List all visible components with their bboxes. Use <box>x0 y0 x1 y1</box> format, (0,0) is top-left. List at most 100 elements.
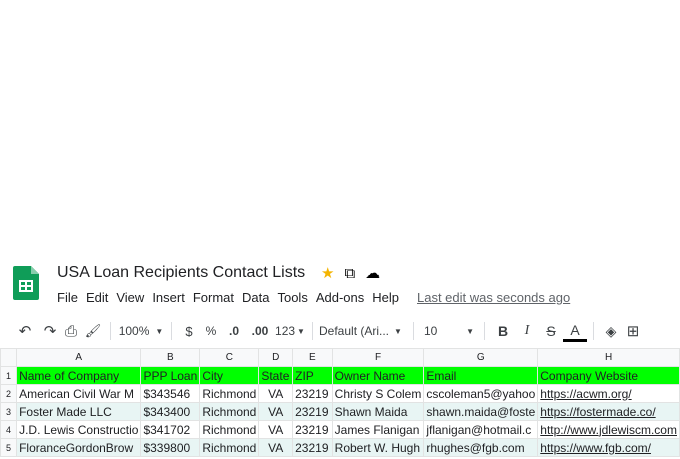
cell[interactable]: Richmond <box>199 420 260 439</box>
cell[interactable]: cscoleman5@yahoo <box>423 384 539 403</box>
cell[interactable]: J.D. Lewis Constructio <box>16 420 142 439</box>
cell[interactable]: VA <box>258 384 294 403</box>
cell[interactable]: $341702 <box>140 420 201 439</box>
last-edit-link[interactable]: Last edit was seconds ago <box>417 290 570 305</box>
menu-format[interactable]: Format <box>193 290 239 305</box>
print-icon[interactable]: ⎙ <box>60 320 82 342</box>
column-header[interactable]: D <box>258 348 294 367</box>
toolbar: ↶ ↷ ⎙ 🖌 100% ▼ $ % .0 .00 123 ▼ Default (A… <box>0 316 680 346</box>
zoom-select[interactable]: 100% ▼ <box>117 320 165 342</box>
cell[interactable]: VA <box>258 402 294 421</box>
cell[interactable]: $343400 <box>140 402 201 421</box>
column-header[interactable]: F <box>331 348 425 367</box>
cell[interactable]: FloranceGordonBrow <box>16 438 142 457</box>
column-header[interactable]: A <box>16 348 142 367</box>
column-header[interactable]: H <box>537 348 680 367</box>
website-link[interactable]: https://www.fgb.com/ <box>537 438 680 457</box>
strikethrough-button[interactable]: S <box>539 320 563 342</box>
column-header[interactable]: B <box>140 348 201 367</box>
cell[interactable]: Robert W. Hugh <box>331 438 425 457</box>
menu-bar: File Edit View Insert Format Data Tools … <box>57 290 570 305</box>
menu-insert[interactable]: Insert <box>152 290 190 305</box>
column-header[interactable]: G <box>423 348 539 367</box>
redo-icon[interactable]: ↷ <box>40 320 60 342</box>
bold-button[interactable]: B <box>491 320 515 342</box>
menu-help[interactable]: Help <box>372 290 404 305</box>
move-to-folder-icon[interactable]: ⧉ <box>344 265 355 283</box>
borders-icon[interactable]: ⊞ <box>622 320 644 342</box>
sheets-logo-icon[interactable] <box>13 266 39 300</box>
menu-edit[interactable]: Edit <box>86 290 113 305</box>
spreadsheet-grid: A B C D E F G H 1 Name of Company PPP Lo… <box>0 348 680 459</box>
chevron-down-icon: ▼ <box>155 326 164 336</box>
cell[interactable]: Foster Made LLC <box>16 402 142 421</box>
number-format-select[interactable]: 123 ▼ <box>274 320 306 342</box>
menu-view[interactable]: View <box>116 290 149 305</box>
increase-decimal-button[interactable]: .00 <box>246 320 274 342</box>
italic-button[interactable]: I <box>515 320 539 342</box>
row-header[interactable]: 1 <box>0 366 18 385</box>
zoom-value: 100% <box>118 324 150 338</box>
percent-format-button[interactable]: % <box>200 320 222 342</box>
cell[interactable]: shawn.maida@foste <box>423 402 539 421</box>
cell[interactable]: Email <box>423 366 539 385</box>
text-color-button[interactable]: A <box>563 321 587 342</box>
row-header[interactable]: 2 <box>0 384 18 403</box>
website-link[interactable]: https://fostermade.co/ <box>537 402 680 421</box>
paint-format-icon[interactable]: 🖌 <box>82 320 104 342</box>
cell[interactable]: rhughes@fgb.com <box>423 438 539 457</box>
cell[interactable]: Richmond <box>199 384 260 403</box>
currency-format-button[interactable]: $ <box>178 320 200 342</box>
cloud-status-icon[interactable]: ☁ <box>365 265 380 283</box>
row-header[interactable]: 5 <box>0 438 18 457</box>
cell[interactable]: PPP Loan <box>140 366 201 385</box>
column-header[interactable]: E <box>292 348 333 367</box>
font-family-value: Default (Ari... <box>319 324 390 338</box>
cell[interactable]: $343546 <box>140 384 201 403</box>
website-link[interactable]: http://www.jdlewiscm.com <box>537 420 680 439</box>
toolbar-divider <box>484 322 485 340</box>
cell[interactable]: Richmond <box>199 402 260 421</box>
title-icons: ★ ⧉ ☁ <box>321 265 380 283</box>
star-icon[interactable]: ★ <box>321 265 334 283</box>
cell[interactable]: American Civil War M <box>16 384 142 403</box>
cell[interactable]: 23219 <box>292 402 333 421</box>
cell[interactable]: ZIP <box>292 366 333 385</box>
font-family-select[interactable]: Default (Ari... ▼ <box>319 320 407 342</box>
cell[interactable]: 23219 <box>292 438 333 457</box>
menu-add-ons[interactable]: Add-ons <box>316 290 369 305</box>
font-size-select[interactable]: 10 ▼ <box>420 320 478 342</box>
column-header[interactable]: C <box>199 348 260 367</box>
row-header[interactable]: 4 <box>0 420 18 439</box>
cell[interactable]: James Flanigan <box>331 420 425 439</box>
cell[interactable]: Richmond <box>199 438 260 457</box>
cell[interactable]: 23219 <box>292 384 333 403</box>
cell[interactable]: City <box>199 366 260 385</box>
cell[interactable]: State <box>258 366 294 385</box>
cell[interactable]: jflanigan@hotmail.c <box>423 420 539 439</box>
website-link[interactable]: https://acwm.org/ <box>537 384 680 403</box>
font-size-value: 10 <box>424 324 438 338</box>
cell[interactable]: $339800 <box>140 438 201 457</box>
document-title[interactable]: USA Loan Recipients Contact Lists <box>57 264 305 282</box>
select-all-corner[interactable] <box>0 348 18 367</box>
cell[interactable]: Company Website <box>537 366 680 385</box>
decrease-decimal-button[interactable]: .0 <box>222 320 246 342</box>
cell[interactable]: Name of Company <box>16 366 142 385</box>
row-header[interactable]: 3 <box>0 402 18 421</box>
cell[interactable]: 23219 <box>292 420 333 439</box>
cell[interactable]: Shawn Maida <box>331 402 425 421</box>
menu-file[interactable]: File <box>57 290 83 305</box>
grid-table: A B C D E F G H 1 Name of Company PPP Lo… <box>0 348 680 457</box>
fill-color-icon[interactable]: ◈ <box>600 320 622 342</box>
table-row: 1 Name of Company PPP Loan City State ZI… <box>0 366 680 385</box>
menu-data[interactable]: Data <box>242 290 274 305</box>
cell[interactable]: Owner Name <box>331 366 425 385</box>
undo-icon[interactable]: ↶ <box>10 320 40 342</box>
menu-tools[interactable]: Tools <box>277 290 312 305</box>
number-format-label: 123 <box>275 324 296 338</box>
toolbar-divider <box>312 322 313 340</box>
cell[interactable]: VA <box>258 420 294 439</box>
cell[interactable]: Christy S Colem <box>331 384 425 403</box>
cell[interactable]: VA <box>258 438 294 457</box>
